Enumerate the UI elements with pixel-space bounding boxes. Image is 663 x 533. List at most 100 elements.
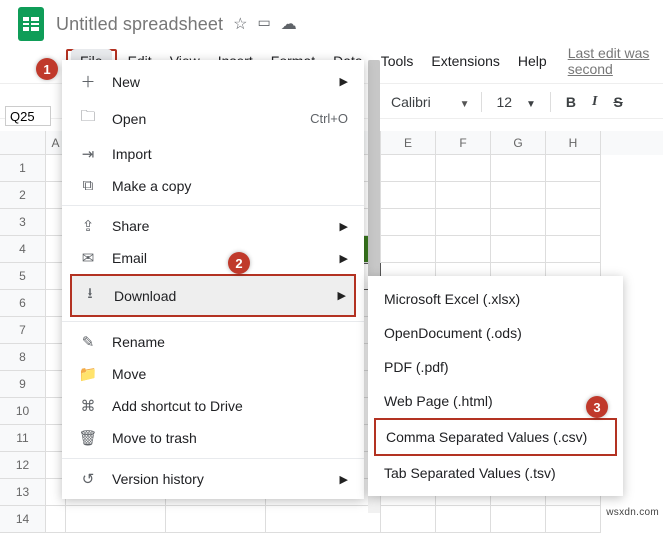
chevron-down-icon: ▼ [526,99,536,110]
cell[interactable] [381,155,436,182]
cell[interactable] [381,209,436,236]
row-header[interactable]: 2 [0,182,46,209]
last-edit-link[interactable]: Last edit was second [568,45,663,77]
font-name: Calibri [391,94,431,110]
font-size-select[interactable]: 12 ▼ [492,94,539,110]
column-header[interactable]: H [546,131,601,155]
title-bar: Untitled spreadsheet ☆ ▭ ☁ [0,0,663,43]
submenu-item-tsv[interactable]: Tab Separated Values (.tsv) [368,456,623,490]
cell[interactable] [381,182,436,209]
separator [550,92,551,112]
file-menu-dropdown: ＋ New ▶ 🗀 Open Ctrl+O ⇥ Import ⧉ Make a … [62,60,364,499]
cell[interactable] [436,155,491,182]
cell[interactable] [436,209,491,236]
submenu-item-pdf[interactable]: PDF (.pdf) [368,350,623,384]
star-icon[interactable]: ☆ [233,14,247,34]
font-size-value: 12 [496,94,512,110]
row-header[interactable]: 9 [0,371,46,398]
cell[interactable] [436,182,491,209]
submenu-item-xlsx[interactable]: Microsoft Excel (.xlsx) [368,282,623,316]
menu-item-open[interactable]: 🗀 Open Ctrl+O [62,99,364,138]
sheets-logo-icon [18,7,44,41]
menu-item-version-history[interactable]: ↺ Version history ▶ [62,463,364,495]
download-submenu: Microsoft Excel (.xlsx) OpenDocument (.o… [368,276,623,496]
column-header[interactable]: E [381,131,436,155]
row-header[interactable]: 13 [0,479,46,506]
menu-item-import[interactable]: ⇥ Import [62,138,364,170]
chevron-down-icon: ▼ [460,99,470,110]
submenu-arrow-icon: ▶ [340,473,348,486]
row-header[interactable]: 5 [0,263,46,290]
row-header[interactable]: 7 [0,317,46,344]
menu-item-share[interactable]: ⇪ Share ▶ [62,210,364,242]
separator [481,92,482,112]
submenu-arrow-icon: ▶ [338,289,346,302]
cell[interactable] [546,236,601,263]
cell[interactable] [491,182,546,209]
plus-icon: ＋ [78,71,98,92]
annotation-badge-1: 1 [36,58,58,80]
annotation-badge-2: 2 [228,252,250,274]
cell[interactable] [491,236,546,263]
row-header[interactable]: 11 [0,425,46,452]
cell[interactable] [491,155,546,182]
pencil-icon: ✎ [78,333,98,351]
font-select[interactable]: Calibri ▼ [389,90,471,114]
row-header[interactable]: 8 [0,344,46,371]
move-folder-icon[interactable]: ▭ [257,14,270,34]
row-header[interactable]: 10 [0,398,46,425]
menu-item-rename[interactable]: ✎ Rename [62,326,364,358]
cell[interactable] [546,209,601,236]
import-icon: ⇥ [78,145,98,163]
menu-item-make-copy[interactable]: ⧉ Make a copy [62,170,364,201]
cell[interactable] [546,155,601,182]
submenu-arrow-icon: ▶ [340,252,348,265]
cell[interactable] [381,236,436,263]
scrollbar-thumb[interactable] [368,60,380,290]
row-header[interactable]: 6 [0,290,46,317]
italic-button[interactable]: I [587,94,602,110]
cell[interactable] [546,182,601,209]
row-header[interactable]: 3 [0,209,46,236]
menu-separator [62,321,364,322]
cell[interactable] [436,236,491,263]
trash-icon: 🗑 [78,429,98,447]
cloud-status-icon[interactable]: ☁ [281,14,297,34]
folder-icon: 🗀 [78,106,98,131]
menu-item-download[interactable]: ⭳ Download ▶ [72,276,354,315]
submenu-arrow-icon: ▶ [340,75,348,88]
menu-item-move[interactable]: 📁 Move [62,358,364,390]
row-header[interactable]: 1 [0,155,46,182]
submenu-item-ods[interactable]: OpenDocument (.ods) [368,316,623,350]
watermark: wsxdn.com [606,507,659,518]
submenu-arrow-icon: ▶ [340,220,348,233]
row-header[interactable]: 4 [0,236,46,263]
submenu-item-csv[interactable]: Comma Separated Values (.csv) [376,420,615,454]
document-title[interactable]: Untitled spreadsheet [56,14,223,35]
bold-button[interactable]: B [561,94,581,110]
history-icon: ↺ [78,470,98,488]
cell[interactable] [491,209,546,236]
column-header[interactable]: F [436,131,491,155]
menu-separator [62,205,364,206]
menu-item-move-trash[interactable]: 🗑 Move to trash [62,422,364,454]
menu-extensions[interactable]: Extensions [422,49,508,73]
shortcut-icon: ⌘ [78,397,98,415]
annotation-highlight-csv: Comma Separated Values (.csv) [374,418,617,456]
annotation-badge-3: 3 [586,396,608,418]
row-header[interactable]: 12 [0,452,46,479]
name-box[interactable] [5,106,51,126]
email-icon: ✉ [78,249,98,267]
menu-item-add-shortcut[interactable]: ⌘ Add shortcut to Drive [62,390,364,422]
annotation-highlight-download: ⭳ Download ▶ [70,274,356,317]
submenu-item-html[interactable]: Web Page (.html) [368,384,623,418]
menu-item-email[interactable]: ✉ Email ▶ [62,242,364,274]
menu-separator [62,458,364,459]
copy-icon: ⧉ [78,177,98,194]
column-header[interactable]: G [491,131,546,155]
menu-item-new[interactable]: ＋ New ▶ [62,64,364,99]
select-all-corner[interactable] [0,131,46,155]
share-icon: ⇪ [78,217,98,235]
strikethrough-button[interactable]: S [608,94,627,110]
menu-help[interactable]: Help [509,49,556,73]
